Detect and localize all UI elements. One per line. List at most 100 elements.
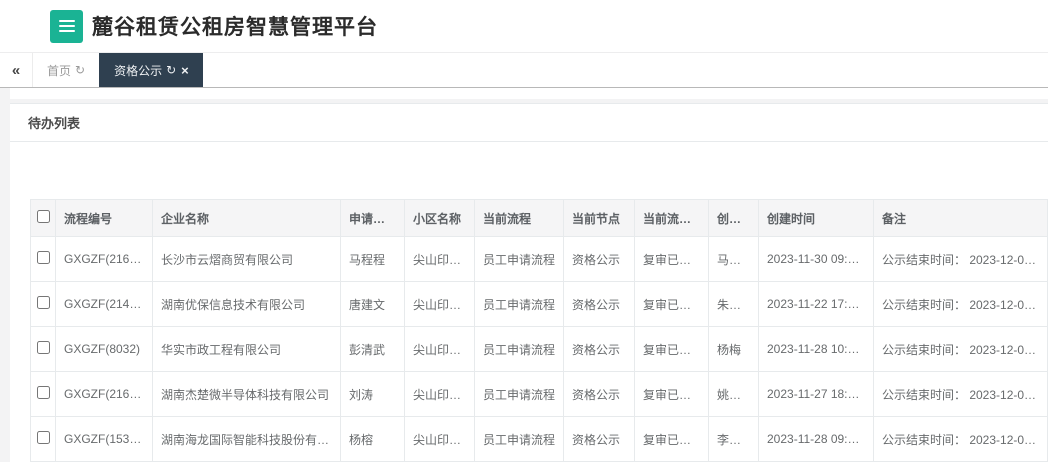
- tab-bar: « 首页 ↻ 资格公示 ↻ ×: [0, 52, 1048, 88]
- cell-creator: 马程程: [709, 237, 759, 282]
- select-all-cell: [31, 200, 56, 237]
- cell-remark: 公示结束时间： 2023-12-07 13:31:09: [874, 417, 1048, 462]
- collapse-tabs-button[interactable]: «: [0, 53, 32, 87]
- cell-applicant-name: 杨榕: [341, 417, 405, 462]
- cell-process-status: 复审已通过: [635, 417, 709, 462]
- cell-applicant-name: 彭清武: [341, 327, 405, 372]
- row-checkbox[interactable]: [37, 341, 50, 354]
- cell-current-process: 员工申请流程: [475, 237, 564, 282]
- cell-remark: 公示结束时间： 2023-12-07 13:31:42: [874, 327, 1048, 372]
- todo-panel-body: 流程编号 企业名称 申请姓名 小区名称 当前流程 当前节点 当前流程状态 创建人…: [10, 142, 1048, 462]
- cell-company-name: 湖南杰楚微半导体科技有限公司: [153, 372, 341, 417]
- col-header-community-name: 小区名称: [405, 200, 475, 237]
- col-header-process-id: 流程编号: [56, 200, 153, 237]
- cell-remark: 公示结束时间： 2023-12-07 13:31:19: [874, 372, 1048, 417]
- todo-table: 流程编号 企业名称 申请姓名 小区名称 当前流程 当前节点 当前流程状态 创建人…: [30, 199, 1048, 462]
- cell-community-name: 尖山印象1栋: [405, 417, 475, 462]
- cell-community-name: 尖山印象1栋: [405, 282, 475, 327]
- table-row: GXGZF(21651) 长沙市云熠商贸有限公司 马程程 尖山印象1栋 员工申请…: [31, 237, 1048, 282]
- cell-community-name: 尖山印象1栋: [405, 237, 475, 282]
- cell-process-status: 复审已通过: [635, 282, 709, 327]
- refresh-icon[interactable]: ↻: [75, 63, 85, 77]
- tab-label: 资格公示: [114, 62, 162, 79]
- cell-process-status: 复审已通过: [635, 237, 709, 282]
- table-body: GXGZF(21651) 长沙市云熠商贸有限公司 马程程 尖山印象1栋 员工申请…: [31, 237, 1048, 462]
- cell-create-time: 2023-11-28 10:27:04: [759, 327, 874, 372]
- cell-create-time: 2023-11-22 17:46:56: [759, 282, 874, 327]
- cell-community-name: 尖山印象1栋: [405, 372, 475, 417]
- select-all-checkbox[interactable]: [37, 210, 50, 223]
- col-header-remark: 备注: [874, 200, 1048, 237]
- row-select-cell: [31, 282, 56, 327]
- cell-process-status: 复审已通过: [635, 372, 709, 417]
- tab-label: 首页: [47, 62, 71, 79]
- cell-create-time: 2023-11-28 09:48:58: [759, 417, 874, 462]
- cell-process-id: GXGZF(15305): [56, 417, 153, 462]
- panel-title: 待办列表: [28, 113, 80, 132]
- spacer: [10, 88, 1048, 99]
- row-select-cell: [31, 372, 56, 417]
- cell-process-status: 复审已通过: [635, 327, 709, 372]
- cell-applicant-name: 唐建文: [341, 282, 405, 327]
- app-header: 麓谷租赁公租房智慧管理平台: [0, 0, 1048, 52]
- col-header-create-time: 创建时间: [759, 200, 874, 237]
- table-header-row: 流程编号 企业名称 申请姓名 小区名称 当前流程 当前节点 当前流程状态 创建人…: [31, 200, 1048, 237]
- cell-remark: 公示结束时间： 2023-12-07 13:34:30: [874, 282, 1048, 327]
- row-checkbox[interactable]: [37, 386, 50, 399]
- col-header-creator: 创建人: [709, 200, 759, 237]
- cell-community-name: 尖山印象1栋: [405, 327, 475, 372]
- todo-panel-header: 待办列表: [10, 104, 1048, 142]
- menu-toggle-button[interactable]: [50, 10, 83, 43]
- cell-creator: 李佳洁: [709, 417, 759, 462]
- cell-process-id: GXGZF(8032): [56, 327, 153, 372]
- table-row: GXGZF(8032) 华实市政工程有限公司 彭清武 尖山印象1栋 员工申请流程…: [31, 327, 1048, 372]
- hamburger-menu-icon: [59, 25, 75, 27]
- cell-applicant-name: 刘涛: [341, 372, 405, 417]
- tab-qualification-publicity[interactable]: 资格公示 ↻ ×: [99, 53, 203, 87]
- refresh-icon[interactable]: ↻: [166, 63, 176, 77]
- cell-creator: 朱岸奇: [709, 282, 759, 327]
- cell-create-time: 2023-11-27 18:19:12: [759, 372, 874, 417]
- cell-creator: 姚宇曙: [709, 372, 759, 417]
- row-select-cell: [31, 327, 56, 372]
- tab-home[interactable]: 首页 ↻: [32, 53, 99, 87]
- cell-applicant-name: 马程程: [341, 237, 405, 282]
- cell-create-time: 2023-11-30 09:40:34: [759, 237, 874, 282]
- cell-current-node: 资格公示: [564, 282, 635, 327]
- cell-current-node: 资格公示: [564, 372, 635, 417]
- cell-current-process: 员工申请流程: [475, 417, 564, 462]
- cell-process-id: GXGZF(21471): [56, 282, 153, 327]
- cell-company-name: 长沙市云熠商贸有限公司: [153, 237, 341, 282]
- table-row: GXGZF(21471) 湖南优保信息技术有限公司 唐建文 尖山印象1栋 员工申…: [31, 282, 1048, 327]
- row-checkbox[interactable]: [37, 296, 50, 309]
- row-checkbox[interactable]: [37, 431, 50, 444]
- cell-current-node: 资格公示: [564, 327, 635, 372]
- page-title: 麓谷租赁公租房智慧管理平台: [92, 11, 378, 41]
- row-select-cell: [31, 237, 56, 282]
- cell-remark: 公示结束时间： 2023-12-07 15:23:58: [874, 237, 1048, 282]
- cell-creator: 杨梅: [709, 327, 759, 372]
- col-header-current-process: 当前流程: [475, 200, 564, 237]
- close-tab-icon[interactable]: ×: [181, 63, 189, 78]
- cell-current-node: 资格公示: [564, 417, 635, 462]
- table-row: GXGZF(15305) 湖南海龙国际智能科技股份有限公司 杨榕 尖山印象1栋 …: [31, 417, 1048, 462]
- table-row: GXGZF(21613) 湖南杰楚微半导体科技有限公司 刘涛 尖山印象1栋 员工…: [31, 372, 1048, 417]
- col-header-applicant-name: 申请姓名: [341, 200, 405, 237]
- table-header: 流程编号 企业名称 申请姓名 小区名称 当前流程 当前节点 当前流程状态 创建人…: [31, 200, 1048, 237]
- cell-process-id: GXGZF(21613): [56, 372, 153, 417]
- double-chevron-left-icon: «: [12, 62, 20, 79]
- col-header-process-status: 当前流程状态: [635, 200, 709, 237]
- row-checkbox[interactable]: [37, 251, 50, 264]
- cell-company-name: 湖南优保信息技术有限公司: [153, 282, 341, 327]
- col-header-current-node: 当前节点: [564, 200, 635, 237]
- col-header-company-name: 企业名称: [153, 200, 341, 237]
- cell-current-process: 员工申请流程: [475, 372, 564, 417]
- cell-company-name: 华实市政工程有限公司: [153, 327, 341, 372]
- cell-company-name: 湖南海龙国际智能科技股份有限公司: [153, 417, 341, 462]
- cell-current-node: 资格公示: [564, 237, 635, 282]
- cell-current-process: 员工申请流程: [475, 327, 564, 372]
- cell-process-id: GXGZF(21651): [56, 237, 153, 282]
- page-content: 待办列表 流程编号 企业名称 申请姓名: [0, 88, 1048, 462]
- cell-current-process: 员工申请流程: [475, 282, 564, 327]
- todo-panel: 待办列表 流程编号 企业名称 申请姓名: [10, 103, 1048, 462]
